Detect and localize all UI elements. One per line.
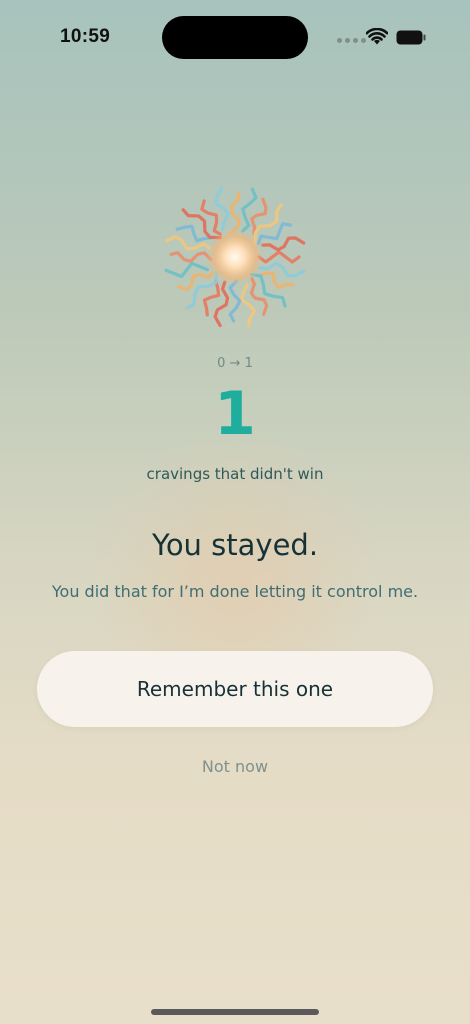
not-now-button[interactable]: Not now (0, 757, 470, 776)
wifi-icon (366, 28, 388, 45)
cellular-dots-icon (337, 38, 366, 43)
count-caption: cravings that didn't win (146, 465, 324, 483)
headline: You stayed. (151, 528, 319, 562)
ribbon-streamer (169, 251, 213, 263)
ribbon-streamer (257, 250, 301, 264)
dynamic-island (162, 16, 308, 59)
ribbon-streamer (185, 270, 219, 310)
motivation-text: You did that for I’m done letting it con… (51, 582, 419, 601)
status-bar: 10:59 (0, 0, 470, 76)
ribbon-burst-icon (164, 186, 306, 328)
celebration-screen: 10:59 0 → 1 1 cravings that didn't win Y… (0, 0, 470, 1024)
ribbon-streamer (228, 279, 242, 323)
ribbon-streamer (261, 236, 306, 252)
home-indicator[interactable] (151, 1009, 319, 1015)
ribbon-streamer (229, 191, 241, 235)
status-time: 10:59 (60, 26, 111, 47)
ribbon-streamer (249, 272, 287, 308)
remember-button[interactable]: Remember this one (37, 651, 433, 727)
craving-count: 1 (214, 379, 256, 449)
battery-icon (396, 30, 426, 45)
progress-label: 0 → 1 (217, 356, 253, 371)
